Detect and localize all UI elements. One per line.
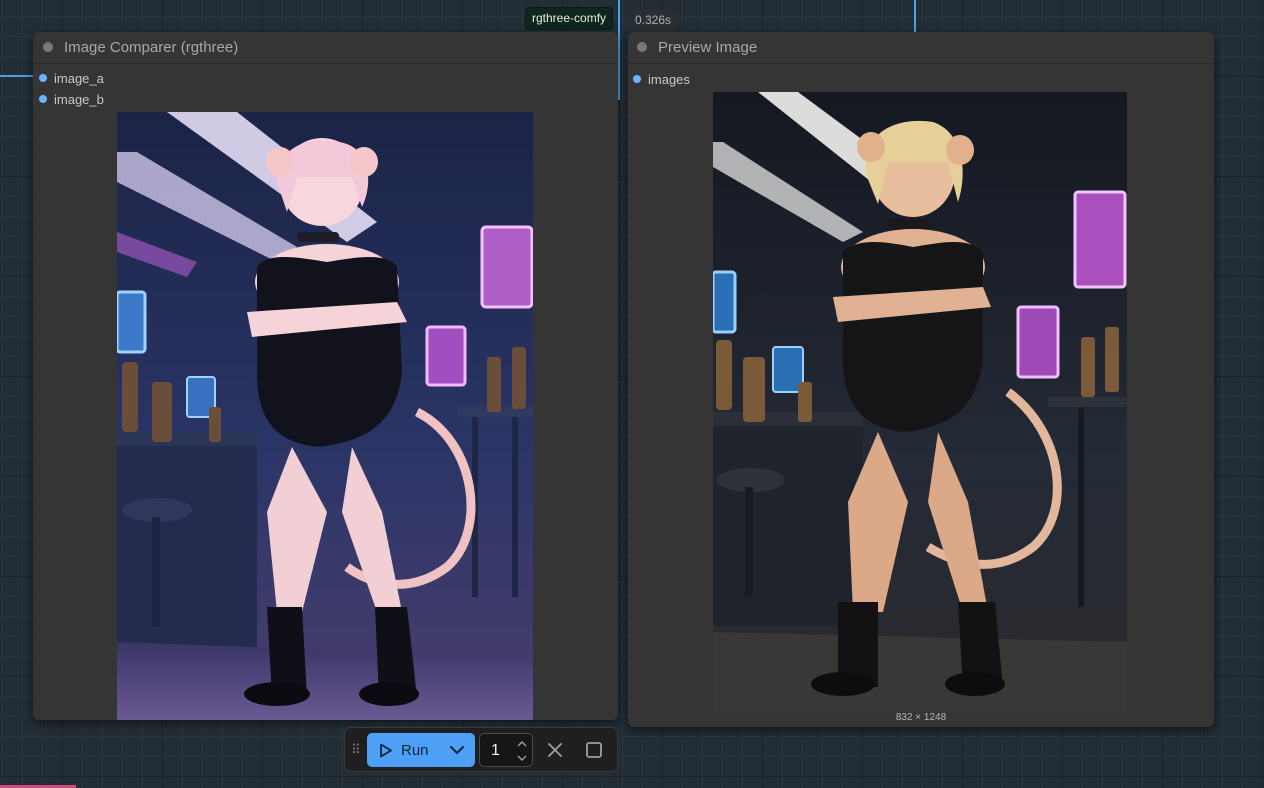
execution-time-badge: 0.326s xyxy=(629,10,678,31)
link-wire-vertical-left xyxy=(618,0,620,100)
link-wire-vertical-right xyxy=(914,0,916,32)
decrement-icon[interactable] xyxy=(516,752,528,764)
link-wire-image-a xyxy=(0,75,36,77)
increment-icon[interactable] xyxy=(516,738,528,750)
preview-image-node[interactable]: Preview Image images 832 × 1248 xyxy=(628,32,1214,727)
input-slot-dot[interactable] xyxy=(633,75,641,83)
batch-count-input[interactable]: 1 xyxy=(479,733,533,767)
play-icon xyxy=(380,743,392,757)
close-icon[interactable] xyxy=(545,740,565,760)
input-slot-label: images xyxy=(648,71,690,87)
batch-count-value: 1 xyxy=(491,742,500,759)
run-options-dropdown[interactable] xyxy=(439,733,475,767)
preview-image[interactable] xyxy=(713,92,1127,712)
input-slot-label: image_a xyxy=(54,70,104,86)
image-comparer-node-title: Image Comparer (rgthree) xyxy=(64,39,239,56)
run-button[interactable]: Run xyxy=(367,733,439,767)
comparer-image[interactable] xyxy=(117,112,533,720)
input-slot-dot[interactable] xyxy=(39,74,47,82)
image-comparer-node-header[interactable]: Image Comparer (rgthree) xyxy=(33,32,618,64)
drag-handle-icon[interactable]: ⠿ xyxy=(351,742,360,758)
input-slot-image-b[interactable]: image_b xyxy=(39,91,104,107)
stop-icon[interactable] xyxy=(584,740,604,760)
image-dimensions-label: 832 × 1248 xyxy=(895,712,947,723)
node-collapse-dot[interactable] xyxy=(637,42,647,52)
chevron-down-icon xyxy=(450,746,464,755)
input-slot-dot[interactable] xyxy=(39,95,47,103)
node-source-badge: rgthree-comfy xyxy=(525,7,614,30)
comparer-image-graphic xyxy=(117,112,533,720)
preview-image-node-header[interactable]: Preview Image xyxy=(628,32,1214,64)
preview-image-graphic xyxy=(713,92,1127,712)
node-collapse-dot[interactable] xyxy=(43,42,53,52)
run-button-label: Run xyxy=(401,741,429,759)
input-slot-label: image_b xyxy=(54,91,104,107)
run-button-group: Run xyxy=(367,733,475,767)
queue-toolbar: ⠿ Run 1 xyxy=(344,727,618,772)
image-comparer-node[interactable]: Image Comparer (rgthree) image_a image_b xyxy=(33,32,618,720)
input-slot-image-a[interactable]: image_a xyxy=(39,70,104,86)
input-slot-images[interactable]: images xyxy=(633,71,690,87)
preview-image-node-title: Preview Image xyxy=(658,39,758,56)
